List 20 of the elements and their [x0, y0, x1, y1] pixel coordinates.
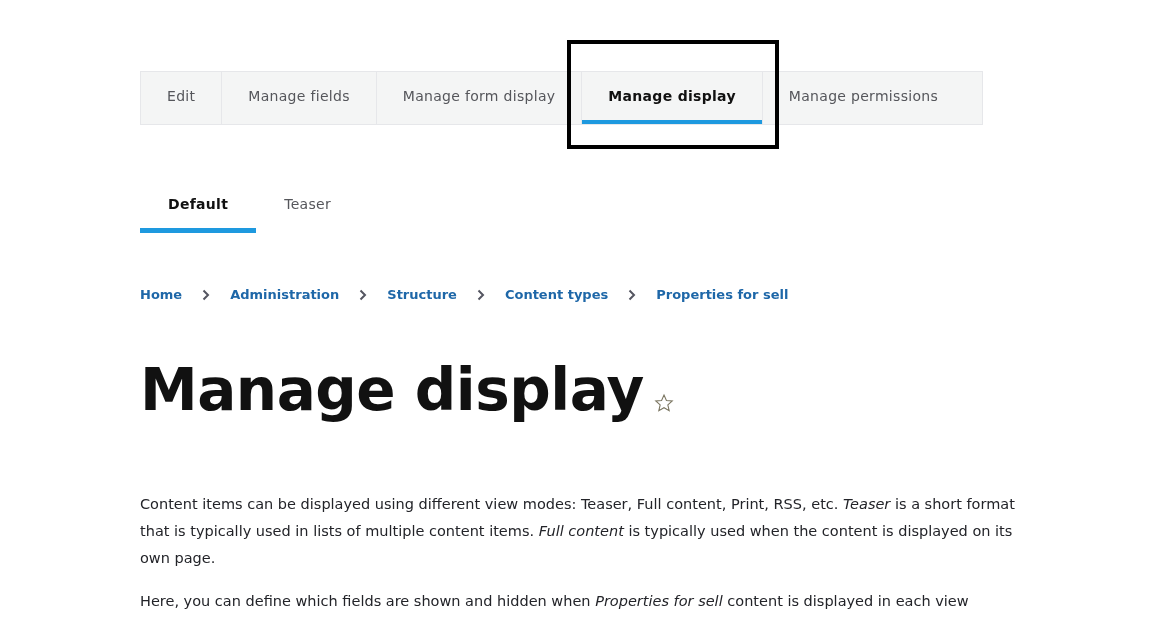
primary-tab[interactable]: Edit	[141, 72, 222, 124]
secondary-tab[interactable]: Teaser	[256, 181, 360, 233]
breadcrumb-link[interactable]: Content types	[504, 285, 609, 305]
description-paragraph: Content items can be displayed using different view modes: Teaser, Full content, Print, RSS, etc. Teaser is a short format that is typically used in lists of multiple content items. Full content is typically used when the content is displayed on its own page.	[140, 495, 1016, 568]
star-icon[interactable]	[653, 393, 674, 413]
page-title: Manage display	[140, 355, 644, 425]
secondary-tab[interactable]: Default	[140, 181, 257, 233]
chevron-right-icon	[359, 289, 368, 301]
primary-tab[interactable]: Manage display	[582, 72, 762, 124]
chevron-right-icon	[628, 289, 637, 301]
breadcrumb-link[interactable]: Structure	[387, 285, 457, 305]
breadcrumb-link[interactable]: Home	[140, 285, 183, 305]
primary-tab[interactable]: Manage permissions	[762, 72, 965, 124]
chevron-right-icon	[476, 289, 485, 301]
breadcrumb-link[interactable]: Administration	[230, 285, 340, 305]
breadcrumb-link[interactable]: Properties for sell	[656, 285, 789, 305]
primary-tab[interactable]: Manage fields	[222, 72, 376, 124]
primary-tab[interactable]: Manage form display	[376, 72, 582, 124]
chevron-right-icon	[202, 289, 211, 301]
description-paragraph: Here, you can define which fields are shown and hidden when Properties for sell content is displayed in each view	[140, 592, 970, 611]
